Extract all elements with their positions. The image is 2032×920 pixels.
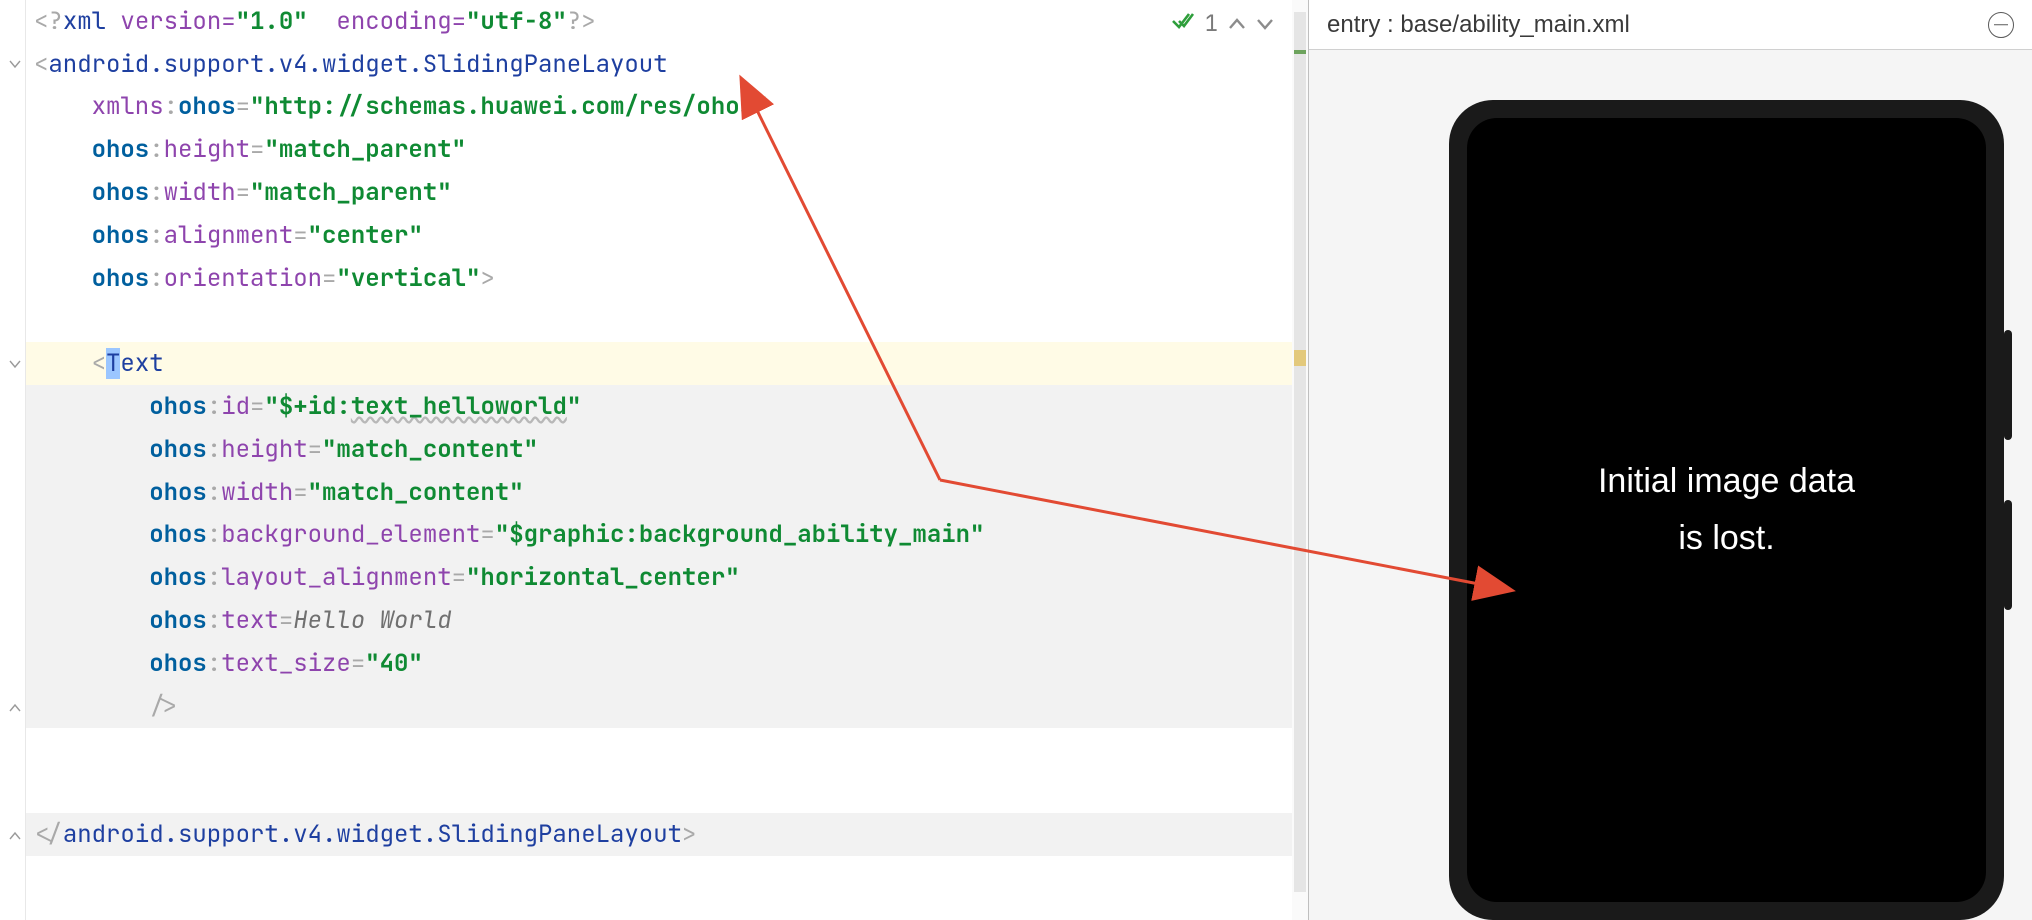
collapse-icon[interactable] xyxy=(1988,12,2014,38)
code-line xyxy=(26,728,1292,771)
code-editor-pane: <?xml version="1.0" encoding="utf-8"?> <… xyxy=(0,0,1308,920)
fold-toggle-icon[interactable] xyxy=(9,358,21,370)
token: xml xyxy=(63,6,106,37)
token: xmlns xyxy=(92,91,164,122)
code-line: </android.support.v4.widget.SlidingPaneL… xyxy=(26,813,1292,856)
token: "http://schemas.huawei.com/res/ohos" xyxy=(250,91,768,122)
chevron-down-icon[interactable] xyxy=(1256,8,1274,39)
token: android.support.v4.widget.SlidingPaneLay… xyxy=(48,49,667,80)
code-line: ohos:text=Hello World xyxy=(26,599,1292,642)
device-side-button xyxy=(2004,500,2012,610)
code-line: ohos:id="$+id:text_helloworld" xyxy=(26,385,1292,428)
token: "1.0" xyxy=(236,6,308,37)
editor-scrollbar[interactable] xyxy=(1292,0,1308,920)
device-side-button xyxy=(2004,330,2012,440)
code-line: ohos:orientation="vertical"> xyxy=(26,257,1292,300)
token: "utf-8" xyxy=(466,6,567,37)
code-line: xmlns:ohos="http://schemas.huawei.com/re… xyxy=(26,86,1292,129)
fold-up-icon[interactable] xyxy=(9,830,21,842)
token: ohos xyxy=(178,91,236,122)
code-line: ohos:height="match_content" xyxy=(26,428,1292,471)
inspection-count: 1 xyxy=(1205,9,1218,38)
editor-gutter xyxy=(0,0,26,920)
chevron-up-icon[interactable] xyxy=(1228,8,1246,39)
code-line xyxy=(26,770,1292,813)
token: <? xyxy=(34,6,63,37)
code-line: ohos:width="match_content" xyxy=(26,471,1292,514)
code-line: ohos:width="match_parent" xyxy=(26,171,1292,214)
code-line: ohos:layout_alignment="horizontal_center… xyxy=(26,556,1292,599)
preview-title: entry : base/ability_main.xml xyxy=(1327,11,1630,39)
code-line: ohos:alignment="center" xyxy=(26,214,1292,257)
code-line: ohos:text_size="40" xyxy=(26,642,1292,685)
token: version= xyxy=(106,6,236,37)
fold-up-icon[interactable] xyxy=(9,702,21,714)
device-frame: Initial image data is lost. xyxy=(1449,100,2004,920)
preview-screen-text: is lost. xyxy=(1678,519,1774,558)
code-line: <android.support.v4.widget.SlidingPaneLa… xyxy=(26,43,1292,86)
token: ?> xyxy=(567,6,596,37)
fold-toggle-icon[interactable] xyxy=(9,58,21,70)
preview-screen-text: Initial image data xyxy=(1598,462,1855,501)
preview-pane: entry : base/ability_main.xml Initial im… xyxy=(1308,0,2032,920)
code-line-current: <Text xyxy=(26,342,1292,385)
code-line: /> xyxy=(26,685,1292,728)
token: encoding= xyxy=(308,6,466,37)
code-line: ohos:height="match_parent" xyxy=(26,128,1292,171)
check-ok-icon xyxy=(1171,8,1195,39)
preview-header: entry : base/ability_main.xml xyxy=(1309,0,2032,50)
inspection-widget: 1 xyxy=(1163,6,1282,40)
device-screen: Initial image data is lost. xyxy=(1467,118,1986,902)
code-area[interactable]: <?xml version="1.0" encoding="utf-8"?> <… xyxy=(26,0,1292,920)
code-line: ohos:background_element="$graphic:backgr… xyxy=(26,514,1292,557)
scrollbar-thumb[interactable] xyxy=(1294,12,1306,892)
token: < xyxy=(34,49,48,80)
code-line: <?xml version="1.0" encoding="utf-8"?> xyxy=(26,0,1292,43)
code-line xyxy=(26,300,1292,343)
